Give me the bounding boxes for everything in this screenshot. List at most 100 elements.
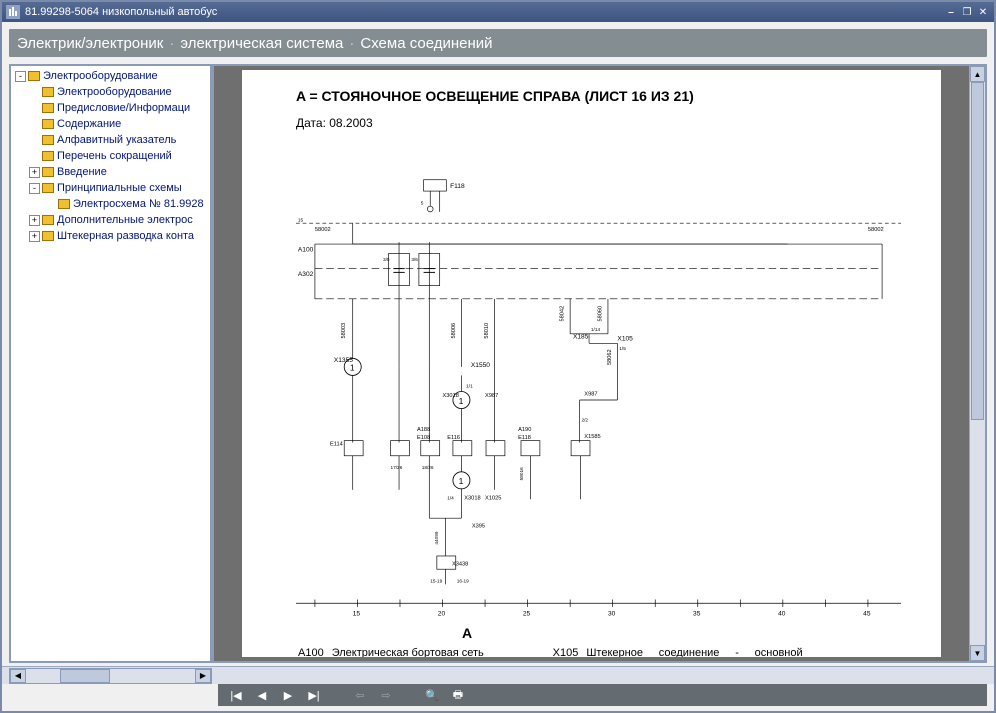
svg-text:A302: A302 <box>298 271 314 278</box>
svg-text:45: 45 <box>863 611 871 618</box>
svg-text:1/1: 1/1 <box>466 384 473 390</box>
scroll-down-button[interactable]: ▼ <box>970 645 985 661</box>
svg-text:X395: X395 <box>472 524 485 530</box>
svg-text:30: 30 <box>608 611 616 618</box>
doc-icon <box>42 103 54 113</box>
page-heading: A = СТОЯНОЧНОЕ ОСВЕЩЕНИЕ СПРАВА (ЛИСТ 16… <box>296 88 941 104</box>
sidebar-horizontal-scrollbar[interactable]: ◀ ▶ <box>9 668 212 684</box>
forward-button[interactable]: ⇨ <box>376 686 396 704</box>
doc-icon <box>42 87 54 97</box>
svg-text:58002: 58002 <box>868 227 884 233</box>
doc-icon <box>58 199 70 209</box>
maximize-button[interactable]: ❐ <box>960 5 974 19</box>
svg-text:18/26: 18/26 <box>422 465 434 471</box>
svg-text:3/5: 3/5 <box>383 257 390 263</box>
tree-item-label: Принципиальные схемы <box>57 182 182 194</box>
svg-text:1/14: 1/14 <box>591 327 601 333</box>
scroll-thumb[interactable] <box>971 82 984 420</box>
tree-item-3[interactable]: Содержание <box>11 116 210 132</box>
tree-item-1[interactable]: Электрооборудование <box>11 84 210 100</box>
svg-text:1: 1 <box>459 396 464 406</box>
expand-icon[interactable]: + <box>29 167 40 178</box>
svg-text:X1550: X1550 <box>471 362 490 369</box>
svg-text:44099: 44099 <box>434 531 440 544</box>
svg-text:15-19: 15-19 <box>430 578 442 584</box>
search-icon[interactable]: 🔍 <box>422 686 442 704</box>
expand-icon[interactable]: + <box>29 231 40 242</box>
expand-icon[interactable]: + <box>29 215 40 226</box>
svg-text:X185: X185 <box>573 334 589 341</box>
back-button[interactable]: ⇦ <box>350 686 370 704</box>
tree-item-6[interactable]: +Введение <box>11 164 210 180</box>
prev-page-button[interactable]: ◀ <box>252 686 272 704</box>
svg-text:58010: 58010 <box>484 323 490 339</box>
hscroll-left[interactable]: ◀ <box>10 669 26 683</box>
collapse-icon[interactable]: - <box>29 183 40 194</box>
breadcrumb: Электрик/электроник · электрическая сист… <box>9 29 987 57</box>
bottom-bar: ◀ ▶ <box>2 666 994 684</box>
tree-item-label: Электрооборудование <box>43 70 158 82</box>
print-icon[interactable]: 🖶 <box>448 686 468 704</box>
document-page: A = СТОЯНОЧНОЕ ОСВЕЩЕНИЕ СПРАВА (ЛИСТ 16… <box>242 70 941 657</box>
breadcrumb-2: электрическая система <box>180 35 343 52</box>
wiring-diagram: F118 5 15 58002 58002 <box>296 160 901 640</box>
svg-text:58002: 58002 <box>315 227 331 233</box>
legend-code: A100 <box>298 647 330 657</box>
svg-text:A190: A190 <box>518 427 531 433</box>
vertical-scrollbar[interactable]: ▲ ▼ <box>969 66 985 661</box>
svg-text:X3018: X3018 <box>443 393 459 399</box>
svg-text:X1025: X1025 <box>485 495 501 501</box>
doc-icon <box>42 183 54 193</box>
svg-text:E114: E114 <box>330 441 343 447</box>
tree-item-8[interactable]: Электросхема № 81.9928 <box>11 196 210 212</box>
doc-icon <box>42 135 54 145</box>
tree-item-label: Дополнительные электрос <box>57 214 193 226</box>
doc-icon <box>42 231 54 241</box>
svg-text:A100: A100 <box>298 247 314 254</box>
svg-text:X1585: X1585 <box>584 434 600 440</box>
svg-text:X3018: X3018 <box>464 495 480 501</box>
close-button[interactable]: ✕ <box>976 5 990 19</box>
scroll-up-button[interactable]: ▲ <box>970 66 985 82</box>
last-page-button[interactable]: ▶| <box>304 686 324 704</box>
svg-text:2/2: 2/2 <box>581 418 588 424</box>
tree-item-0[interactable]: - Электрооборудование <box>11 68 210 84</box>
svg-text:F118: F118 <box>450 183 465 190</box>
doc-icon <box>42 167 54 177</box>
breadcrumb-3: Схема соединений <box>360 35 492 52</box>
svg-text:X105: X105 <box>617 335 633 342</box>
svg-text:58003: 58003 <box>341 323 347 339</box>
first-page-button[interactable]: |◀ <box>226 686 246 704</box>
svg-text:35: 35 <box>693 611 701 618</box>
tree-item-2[interactable]: Предисловие/Информаци <box>11 100 210 116</box>
svg-text:E116: E116 <box>447 435 460 441</box>
app-icon <box>6 5 20 19</box>
svg-text:1: 1 <box>459 476 464 486</box>
tree-item-5[interactable]: Перечень сокращений <box>11 148 210 164</box>
svg-text:X3438: X3438 <box>452 561 468 567</box>
tree-item-label: Предисловие/Информаци <box>57 102 190 114</box>
hscroll-right[interactable]: ▶ <box>195 669 211 683</box>
tree-item-label: Штекерная разводка конта <box>57 230 194 242</box>
tree-item-7[interactable]: - Принципиальные схемы <box>11 180 210 196</box>
svg-text:X1355: X1355 <box>334 357 353 364</box>
svg-text:15: 15 <box>353 611 361 618</box>
titlebar: 81.99298-5064 низкопольный автобус ⎯ ❐ ✕ <box>2 2 994 22</box>
tree-item-label: Электрооборудование <box>57 86 172 98</box>
hscroll-thumb[interactable] <box>60 669 111 683</box>
svg-text:58016: 58016 <box>519 467 525 480</box>
tree-item-10[interactable]: + Штекерная разводка конта <box>11 228 210 244</box>
next-page-button[interactable]: ▶ <box>278 686 298 704</box>
page-date: Дата: 08.2003 <box>296 116 941 130</box>
doc-icon <box>42 215 54 225</box>
navigation-toolbar: |◀ ◀ ▶ ▶| ⇦ ⇨ 🔍 🖶 <box>218 684 987 706</box>
tree-item-9[interactable]: + Дополнительные электрос <box>11 212 210 228</box>
svg-text:40: 40 <box>778 611 786 618</box>
window-title: 81.99298-5064 низкопольный автобус <box>25 6 944 18</box>
tree-item-4[interactable]: Алфавитный указатель <box>11 132 210 148</box>
svg-text:1/5: 1/5 <box>619 346 626 352</box>
svg-text:X987: X987 <box>485 393 498 399</box>
minimize-button[interactable]: ⎯ <box>944 5 958 19</box>
svg-text:20: 20 <box>438 611 446 618</box>
collapse-icon[interactable]: - <box>15 71 26 82</box>
